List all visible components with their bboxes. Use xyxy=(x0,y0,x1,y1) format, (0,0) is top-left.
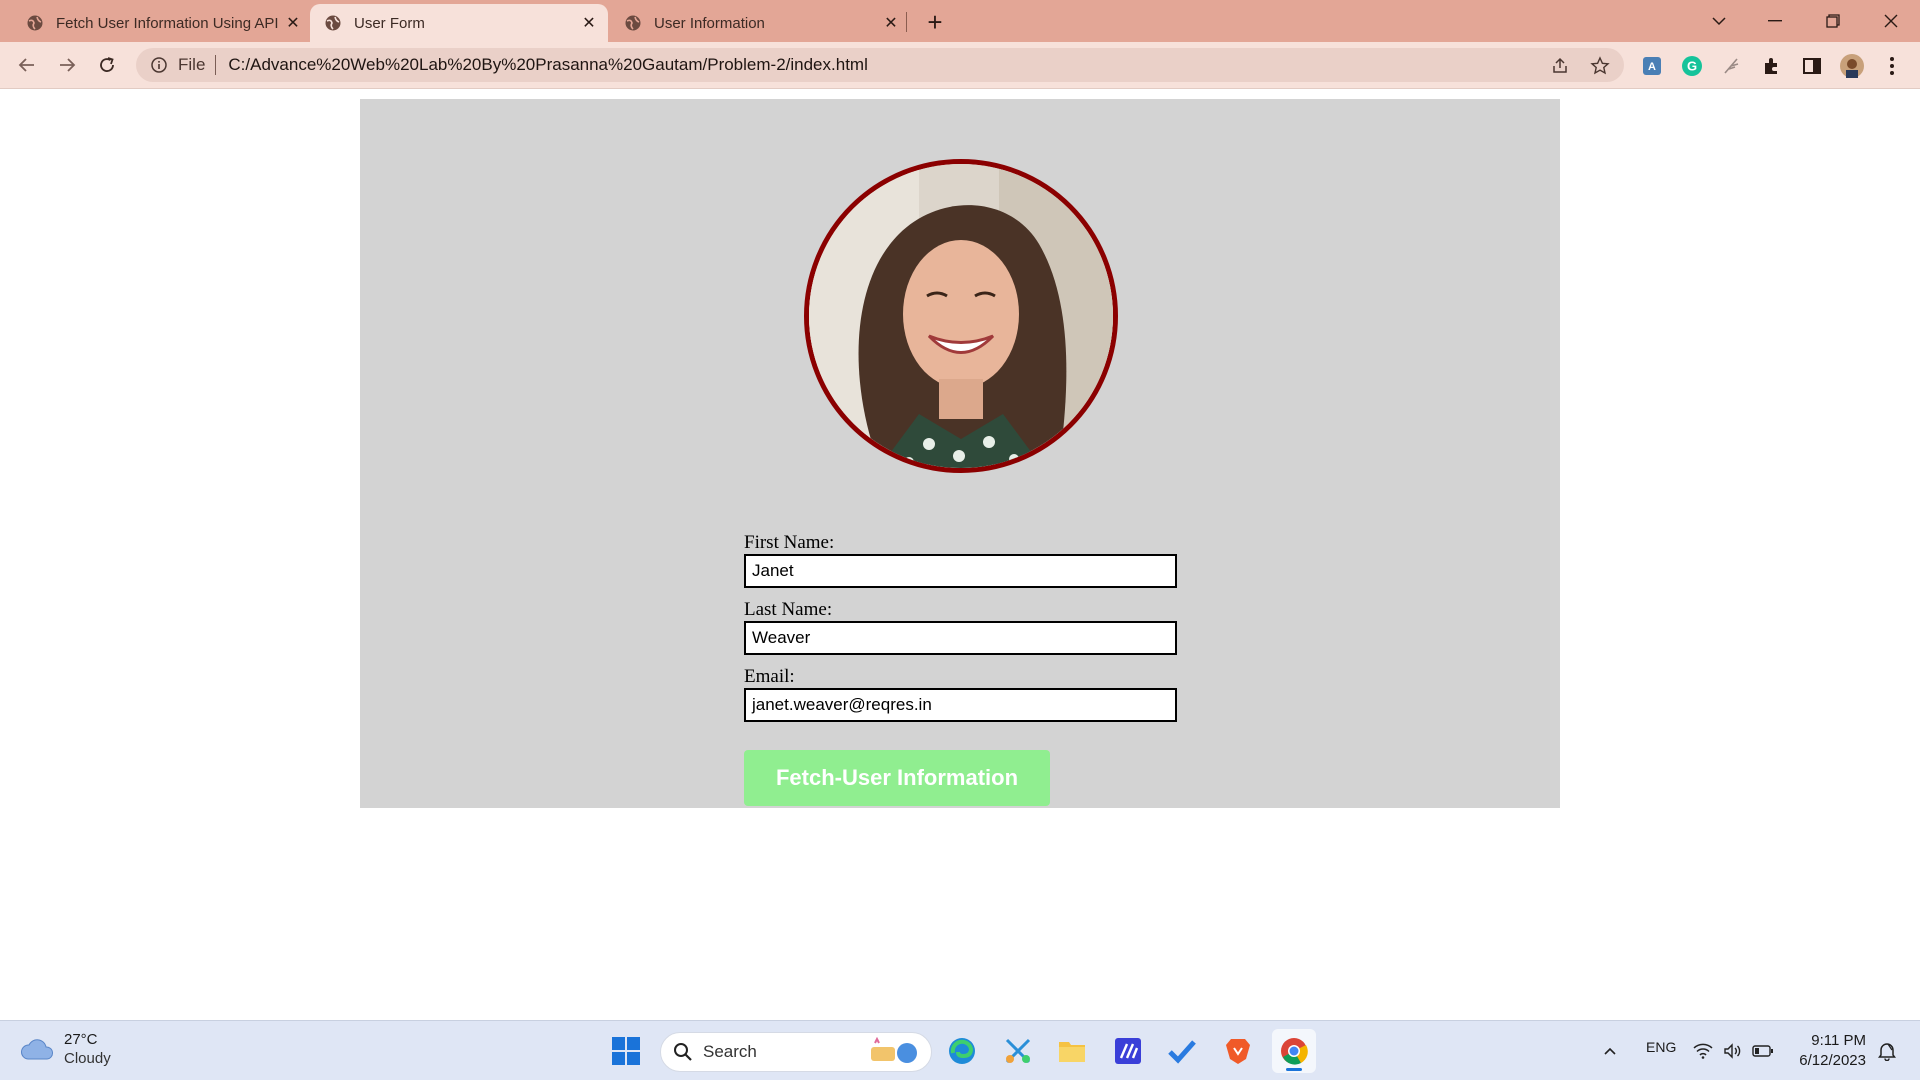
weather-temperature: 27°C xyxy=(64,1031,98,1048)
tab-user-information[interactable]: User Information ✕ xyxy=(612,4,902,42)
page-viewport: First Name: Janet Last Name: Weaver Emai… xyxy=(0,89,1920,1020)
bookmark-star-icon[interactable] xyxy=(1590,56,1610,76)
fetch-user-information-button[interactable]: Fetch-User Information xyxy=(744,750,1050,806)
globe-icon xyxy=(624,14,642,32)
battery-icon[interactable] xyxy=(1750,1033,1776,1069)
globe-icon xyxy=(26,14,44,32)
tab-fetch-user-information[interactable]: Fetch User Information Using API ✕ xyxy=(14,4,304,42)
address-url[interactable]: C:/Advance%20Web%20Lab%20By%20Prasanna%2… xyxy=(228,55,867,75)
tab-title: Fetch User Information Using API xyxy=(56,14,279,32)
address-divider xyxy=(215,55,217,75)
tab-separator xyxy=(906,12,907,32)
svg-text:G: G xyxy=(1687,59,1697,74)
tab-title: User Form xyxy=(354,14,425,32)
start-windows-icon[interactable] xyxy=(608,1033,644,1069)
browser-menu-icon[interactable] xyxy=(1880,54,1904,78)
notification-bell-icon[interactable] xyxy=(1872,1033,1902,1069)
back-button[interactable] xyxy=(12,50,42,80)
show-hidden-icons-chevron-icon[interactable] xyxy=(1596,1033,1624,1069)
taskbar-search[interactable]: Search xyxy=(660,1032,932,1072)
tab-title: User Information xyxy=(654,14,765,32)
grammarly-icon[interactable]: G xyxy=(1680,54,1704,78)
tab-user-form[interactable]: User Form ✕ xyxy=(310,4,608,42)
email-label: Email: xyxy=(744,666,795,687)
wifi-icon[interactable] xyxy=(1690,1033,1716,1069)
cloud-icon xyxy=(20,1035,56,1065)
close-window-button[interactable] xyxy=(1874,6,1908,36)
chrome-active-indicator xyxy=(1286,1068,1302,1071)
new-tab-button[interactable]: + xyxy=(920,7,950,37)
clock-time: 9:11 PM xyxy=(1811,1032,1866,1049)
last-name-label: Last Name: xyxy=(744,599,833,620)
extension-feather-icon[interactable] xyxy=(1720,54,1744,78)
tab-search-chevron-icon[interactable] xyxy=(1702,6,1736,36)
volume-icon[interactable] xyxy=(1720,1033,1746,1069)
weather-condition: Cloudy xyxy=(64,1050,111,1067)
first-name-input[interactable]: Janet xyxy=(744,554,1177,588)
profile-avatar[interactable] xyxy=(1840,54,1864,78)
close-tab-icon[interactable]: ✕ xyxy=(282,12,304,34)
address-scheme-label: File xyxy=(178,55,206,74)
user-avatar-image xyxy=(804,159,1118,473)
email-input[interactable]: janet.weaver@reqres.in xyxy=(744,688,1177,722)
close-tab-icon[interactable]: ✕ xyxy=(578,12,600,34)
browser-toolbar: File C:/Advance%20Web%20Lab%20By%20Prasa… xyxy=(0,42,1920,89)
first-name-label: First Name: xyxy=(744,532,835,553)
user-form: First Name: Janet Last Name: Weaver Emai… xyxy=(744,532,1184,733)
clock-date: 6/12/2023 xyxy=(1799,1052,1866,1069)
restore-button[interactable] xyxy=(1816,6,1850,36)
site-info-icon[interactable] xyxy=(150,56,168,74)
tab-strip: Fetch User Information Using API ✕ User … xyxy=(0,0,1920,42)
weather-widget[interactable]: 27°C Cloudy xyxy=(20,1031,111,1069)
input-language-indicator[interactable]: ENG xyxy=(1646,1039,1676,1055)
file-explorer-icon[interactable] xyxy=(1054,1033,1090,1069)
globe-icon xyxy=(324,14,342,32)
user-form-card: First Name: Janet Last Name: Weaver Emai… xyxy=(360,99,1560,808)
close-tab-icon[interactable]: ✕ xyxy=(880,12,902,34)
snipping-tool-icon[interactable] xyxy=(1000,1033,1036,1069)
svg-text:A: A xyxy=(1648,61,1656,73)
side-panel-icon[interactable] xyxy=(1800,54,1824,78)
search-label: Search xyxy=(703,1042,757,1061)
address-bar[interactable]: File C:/Advance%20Web%20Lab%20By%20Prasa… xyxy=(136,48,1624,82)
share-icon[interactable] xyxy=(1550,56,1570,76)
chrome-browser-icon[interactable] xyxy=(1272,1029,1316,1073)
last-name-input[interactable]: Weaver xyxy=(744,621,1177,655)
brave-browser-icon[interactable] xyxy=(1220,1033,1256,1069)
search-highlight-icon xyxy=(867,1037,923,1067)
extension-a-icon[interactable]: A xyxy=(1640,54,1664,78)
minimize-button[interactable] xyxy=(1758,6,1792,36)
search-icon xyxy=(673,1042,693,1062)
system-clock[interactable]: 9:11 PM 6/12/2023 xyxy=(1790,1031,1866,1071)
edge-browser-icon[interactable] xyxy=(944,1033,980,1069)
todo-checkmark-icon[interactable] xyxy=(1164,1033,1200,1069)
extensions-puzzle-icon[interactable] xyxy=(1760,54,1784,78)
visual-studio-icon[interactable] xyxy=(1110,1033,1146,1069)
windows-taskbar: 27°C Cloudy Search ENG 9:11 PM 6/12/2023 xyxy=(0,1020,1920,1080)
reload-button[interactable] xyxy=(92,50,122,80)
forward-button[interactable] xyxy=(52,50,82,80)
